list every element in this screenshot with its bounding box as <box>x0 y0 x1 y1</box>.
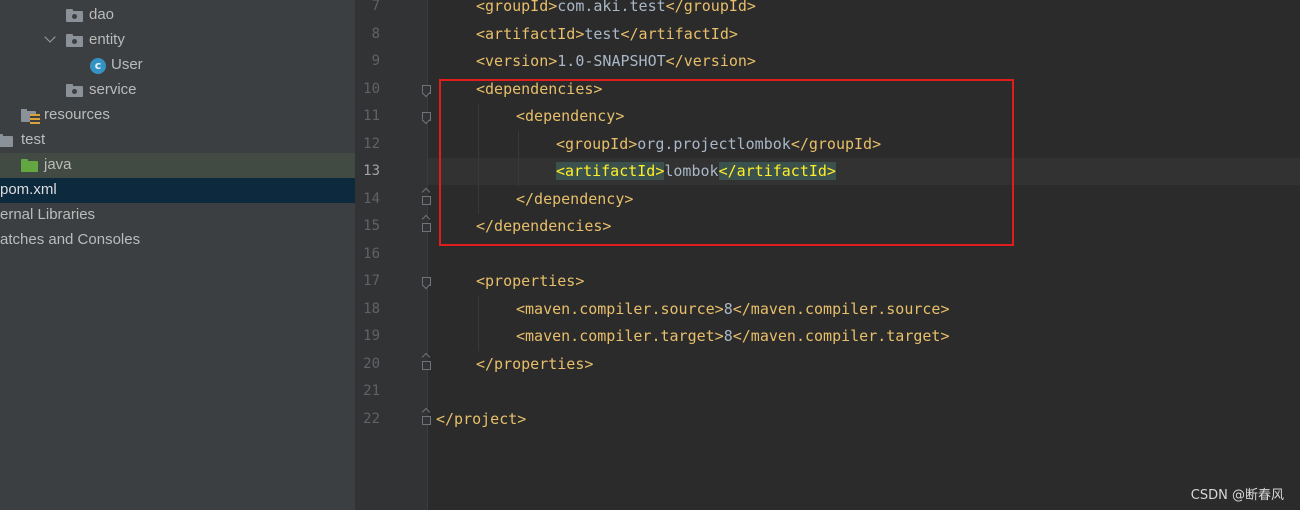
tree-item-label: User <box>111 56 143 73</box>
xml-tag: <version> <box>476 52 558 70</box>
fold-end-marker-icon[interactable] <box>421 214 431 232</box>
test-source-folder-icon <box>21 159 38 172</box>
fold-marker-icon[interactable] <box>421 85 431 98</box>
tree-item-pom-xml[interactable]: pom.xml <box>0 178 355 203</box>
fold-end-marker-icon[interactable] <box>421 187 431 205</box>
code-line[interactable]: <groupId>com.aki.test</groupId> <box>476 0 756 20</box>
line-number-current: 13 <box>363 163 380 179</box>
xml-text: 8 <box>723 327 733 345</box>
code-line[interactable]: <version>1.0-SNAPSHOT</version> <box>476 48 756 75</box>
line-number: 17 <box>363 273 380 289</box>
tree-item-java[interactable]: java <box>0 153 355 178</box>
tree-item-resources[interactable]: resources <box>0 103 355 128</box>
indent-guide <box>478 296 479 351</box>
xml-text: test <box>584 25 621 43</box>
line-number: 7 <box>371 0 380 14</box>
line-number: 8 <box>371 26 380 42</box>
tree-item-scratches-and-consoles[interactable]: atches and Consoles <box>0 228 355 253</box>
tree-item-label: ernal Libraries <box>0 206 96 223</box>
line-number: 14 <box>363 191 380 207</box>
tree-item-test[interactable]: test <box>0 128 355 153</box>
tree-item-label: resources <box>44 106 110 123</box>
chevron-down-icon[interactable] <box>44 31 56 43</box>
folder-icon <box>0 134 13 147</box>
fold-end-marker-icon[interactable] <box>421 407 431 425</box>
line-number: 11 <box>363 108 380 124</box>
xml-tag: <artifactId> <box>476 25 585 43</box>
xml-tag: </groupId> <box>665 0 756 15</box>
tree-item-label: dao <box>89 6 115 23</box>
line-number: 9 <box>371 53 380 69</box>
line-number: 21 <box>363 383 380 399</box>
xml-tag: </maven.compiler.target> <box>732 327 950 345</box>
xml-tag: <maven.compiler.source> <box>516 300 724 318</box>
line-number: 18 <box>363 301 380 317</box>
line-number: 22 <box>363 411 380 427</box>
tree-item-label: java <box>44 156 72 173</box>
tree-item-label: atches and Consoles <box>0 231 141 248</box>
package-folder-icon <box>66 34 83 47</box>
line-number: 20 <box>363 356 380 372</box>
tree-item-service[interactable]: service <box>0 78 355 103</box>
code-line[interactable]: <properties> <box>476 268 584 295</box>
package-folder-icon <box>66 9 83 22</box>
code-line[interactable]: <maven.compiler.target>8</maven.compiler… <box>516 323 950 350</box>
xml-tag: </properties> <box>476 355 594 373</box>
tree-item-label: pom.xml <box>0 181 57 198</box>
xml-tag: </project> <box>436 410 527 428</box>
line-number: 15 <box>363 218 380 234</box>
xml-tag: <maven.compiler.target> <box>516 327 724 345</box>
code-line[interactable]: <maven.compiler.source>8</maven.compiler… <box>516 296 950 323</box>
code-line[interactable]: <artifactId>test</artifactId> <box>476 21 738 48</box>
annotation-highlight-box <box>439 79 1014 246</box>
project-tree-panel: dao entity c User service resources test… <box>0 0 355 510</box>
line-number: 19 <box>363 328 380 344</box>
fold-end-marker-icon[interactable] <box>421 352 431 370</box>
watermark: CSDN @断春风 <box>1190 488 1284 503</box>
line-number: 10 <box>363 81 380 97</box>
xml-text: 1.0-SNAPSHOT <box>557 52 666 70</box>
fold-marker-icon[interactable] <box>421 112 431 125</box>
xml-tag: </maven.compiler.source> <box>732 300 950 318</box>
xml-tag: </artifactId> <box>620 25 738 43</box>
line-number: 12 <box>363 136 380 152</box>
tree-item-dao[interactable]: dao <box>0 3 355 28</box>
code-line[interactable]: </properties> <box>476 351 593 378</box>
tree-item-label: entity <box>89 31 125 48</box>
package-folder-icon <box>66 84 83 97</box>
line-number: 16 <box>363 246 380 262</box>
resources-folder-icon <box>21 108 41 124</box>
gutter-divider <box>427 0 428 510</box>
tree-item-entity[interactable]: entity <box>0 28 355 53</box>
xml-text: com.aki.test <box>557 0 666 15</box>
tree-item-external-libraries[interactable]: ernal Libraries <box>0 203 355 228</box>
xml-tag: <groupId> <box>476 0 558 15</box>
java-class-icon: c <box>90 58 106 74</box>
tree-item-user[interactable]: c User <box>0 53 355 78</box>
tree-item-label: test <box>21 131 46 148</box>
tree-item-label: service <box>89 81 137 98</box>
xml-tag: </version> <box>665 52 756 70</box>
fold-marker-icon[interactable] <box>421 277 431 290</box>
xml-text: 8 <box>723 300 733 318</box>
xml-tag: <properties> <box>476 272 585 290</box>
code-line[interactable]: </project> <box>436 406 526 433</box>
